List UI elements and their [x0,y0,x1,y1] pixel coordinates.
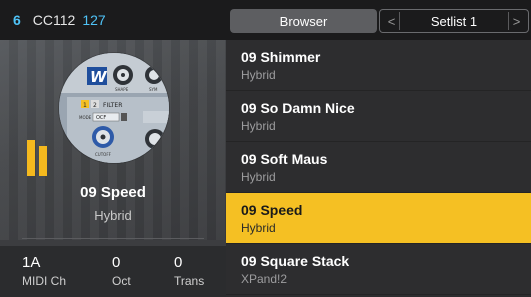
left-panel: 6 CC112 127 W SHAPE SYM 1 2 FILTER MODE … [0,0,226,297]
list-item-subtitle: Hybrid [241,119,276,133]
list-item-subtitle: XPand!2 [241,272,288,286]
list-item[interactable]: 09 Soft Maus Hybrid [226,142,531,193]
list-item-subtitle: Hybrid [241,68,276,82]
parameters-row: 1A MIDI Ch 0 Oct 0 Trans [0,246,226,297]
transpose-param[interactable]: 0 Trans [174,254,204,288]
octave-param[interactable]: 0 Oct [112,254,131,288]
list-item-title: 09 Square Stack [241,253,350,269]
cc-value: 127 [82,12,106,28]
current-sound-name: 09 Speed [80,184,146,201]
art-tab-2: 2 [93,102,97,109]
param-label: Trans [174,274,205,288]
list-item-subtitle: Hybrid [241,221,276,235]
list-item[interactable]: 09 So Damn Nice Hybrid [226,91,531,142]
setlist-selector[interactable]: < Setlist 1 > [379,9,529,33]
setlist-label: Setlist 1 [430,13,478,29]
art-logo-text: W [90,68,108,86]
list-item-title: 09 Speed [241,202,303,218]
art-filter-label: FILTER [103,102,122,109]
current-sound-type: Hybrid [94,208,132,223]
list-item-title: 09 Shimmer [241,49,321,65]
list-item-title: 09 So Damn Nice [241,100,355,116]
list-item[interactable]: 09 Shimmer Hybrid [226,40,531,91]
list-item-selected[interactable]: 09 Speed Hybrid [226,193,531,244]
list-item[interactable]: 09 Square Stack XPand!2 [226,244,531,295]
art-sym-label: SYM [149,87,158,92]
browser-button[interactable]: Browser [230,9,377,33]
art-mode-label: MODE [79,115,92,120]
level-meter-left [27,140,35,176]
chevron-right-icon[interactable]: > [508,12,524,30]
art-ocf-label: OCF [96,115,106,121]
level-meter-right [39,146,47,176]
chevron-left-icon[interactable]: < [384,12,400,30]
midi-channel-param[interactable]: 1A MIDI Ch [22,254,66,288]
param-label: Oct [112,274,131,288]
browser-header: Browser < Setlist 1 > [226,0,531,40]
param-label: MIDI Ch [22,274,67,288]
sound-list: 09 Shimmer Hybrid 09 So Damn Nice Hybrid… [226,40,531,295]
param-value: 1A [22,254,41,271]
art-tab-1: 1 [83,102,87,109]
cc-label: CC112 [32,12,76,28]
param-value: 0 [112,254,121,271]
list-item-title: 09 Soft Maus [241,151,328,167]
status-bar: 6 CC112 127 [0,0,226,40]
art-shape-label: SHAPE [115,87,129,92]
param-value: 0 [174,254,183,271]
list-item-subtitle: Hybrid [241,170,276,184]
right-panel: Browser < Setlist 1 > 09 Shimmer Hybrid … [226,0,531,297]
program-number: 6 [13,12,21,28]
art-cutoff-label: CUTOFF [95,152,112,157]
sound-artwork: W SHAPE SYM 1 2 FILTER MODE OCF CUTOFF [59,53,169,163]
divider [22,238,204,239]
